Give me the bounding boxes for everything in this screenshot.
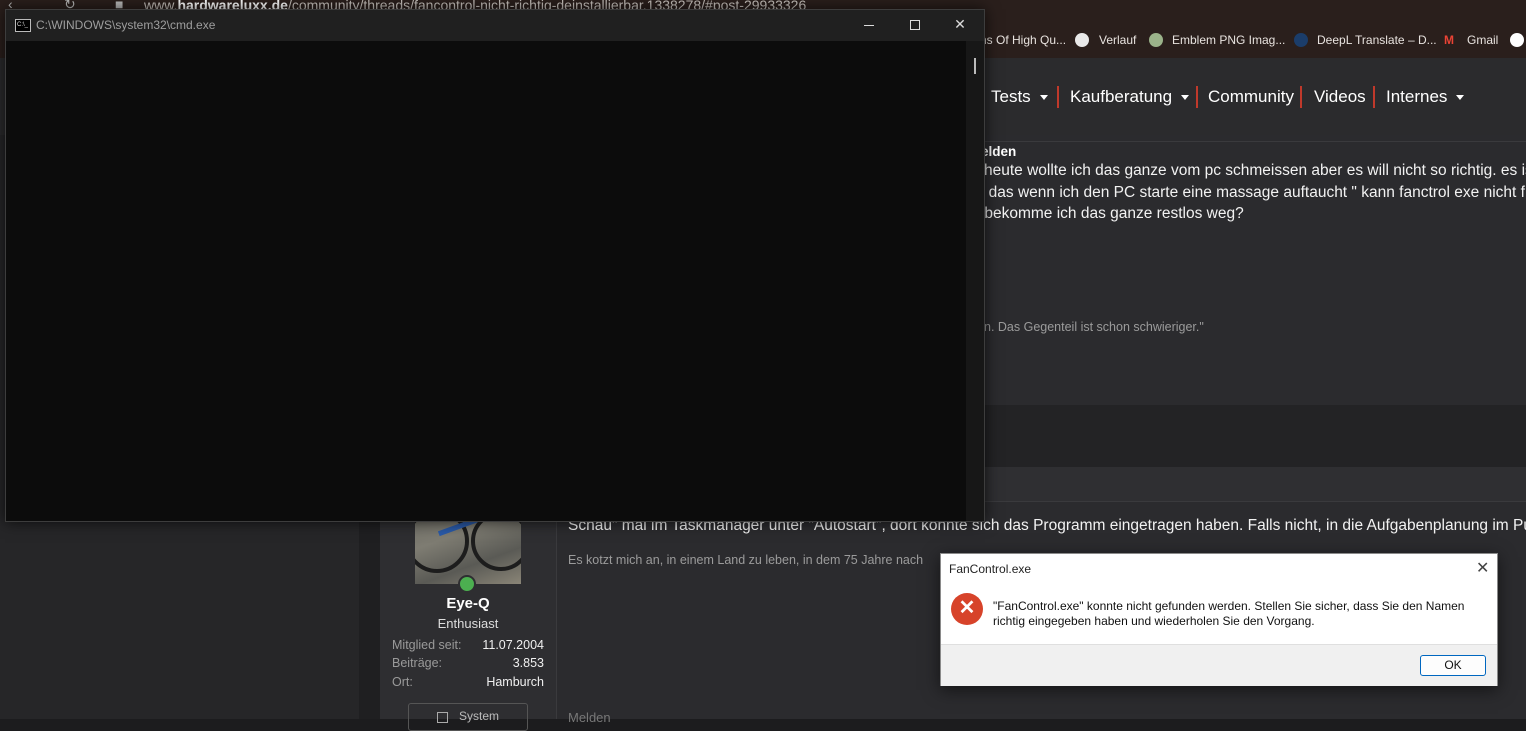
minimize-button[interactable] xyxy=(847,10,893,41)
gmail-icon: M xyxy=(1444,33,1454,47)
nav-separator xyxy=(1300,86,1302,108)
cmd-title: C:\WINDOWS\system32\cmd.exe xyxy=(36,18,216,32)
user-card: Eye-Q Enthusiast Mitglied seit: 11.07.200… xyxy=(380,501,557,719)
nav-community[interactable]: Community xyxy=(1208,87,1294,107)
dialog-title: FanControl.exe xyxy=(949,562,1032,576)
emblem-icon xyxy=(1149,33,1163,47)
cmd-scrollbar[interactable] xyxy=(966,41,984,521)
post-body-line: so das wenn ich den PC starte eine massa… xyxy=(968,184,1525,201)
bookmark-item[interactable]: ns Of High Qu... xyxy=(980,30,1066,50)
maximize-button[interactable] xyxy=(892,10,938,41)
bookmark-item[interactable]: Gmail xyxy=(1467,30,1498,50)
username[interactable]: Eye-Q xyxy=(380,595,556,612)
user-title: Enthusiast xyxy=(437,616,499,631)
error-dialog: FanControl.exe ✕ ✕ "FanControl.exe" konn… xyxy=(940,553,1498,686)
cmd-titlebar[interactable]: C:\_ C:\WINDOWS\system32\cmd.exe ✕ xyxy=(6,10,984,41)
close-button[interactable]: ✕ xyxy=(937,10,983,41)
error-icon: ✕ xyxy=(951,593,983,625)
dialog-message: "FanControl.exe" konnte nicht gefunden w… xyxy=(993,599,1465,628)
online-status-icon xyxy=(458,575,476,593)
google-icon xyxy=(1510,33,1524,47)
post-signature: n. Das Gegenteil ist schon schwieriger." xyxy=(984,320,1204,334)
chevron-down-icon xyxy=(1456,95,1465,101)
nav-separator xyxy=(1057,86,1059,108)
bookmark-item[interactable]: Emblem PNG Imag... xyxy=(1172,30,1285,50)
post-body-line: ie bekomme ich das ganze restlos weg? xyxy=(968,205,1244,222)
reply-signature: Es kotzt mich an, in einem Land zu leben… xyxy=(568,553,924,567)
cmd-scroll-thumb[interactable] xyxy=(974,58,976,74)
deepl-icon xyxy=(1294,33,1308,47)
nav-tests[interactable]: Tests xyxy=(991,87,1048,107)
history-icon xyxy=(1075,33,1089,47)
nav-internes[interactable]: Internes xyxy=(1386,87,1465,107)
post-body-line: heute wollte ich das ganze vom pc schmei… xyxy=(984,162,1526,179)
chevron-down-icon xyxy=(1181,95,1190,101)
system-spec-button[interactable]: System xyxy=(408,703,528,731)
nav-videos[interactable]: Videos xyxy=(1314,87,1366,107)
checkbox-icon xyxy=(437,712,448,723)
maximize-icon xyxy=(910,20,920,30)
close-icon: ✕ xyxy=(954,16,966,32)
nav-kaufberatung[interactable]: Kaufberatung xyxy=(1070,87,1190,107)
ok-button[interactable]: OK xyxy=(1420,655,1486,676)
cmd-window[interactable]: C:\_ C:\WINDOWS\system32\cmd.exe ✕ xyxy=(5,9,985,522)
chevron-down-icon xyxy=(1039,95,1048,101)
dialog-close-button[interactable]: ✕ xyxy=(1476,558,1489,578)
nav-separator xyxy=(1196,86,1198,108)
minimize-icon xyxy=(864,25,874,26)
terminal-icon: C:\_ xyxy=(15,19,31,32)
nav-separator xyxy=(1373,86,1375,108)
bookmark-item[interactable]: DeepL Translate – D... xyxy=(1317,30,1437,50)
reply-report-link[interactable]: Melden xyxy=(568,710,611,725)
dialog-footer: OK xyxy=(941,644,1497,686)
bookmark-item[interactable]: Verlauf xyxy=(1099,30,1136,50)
